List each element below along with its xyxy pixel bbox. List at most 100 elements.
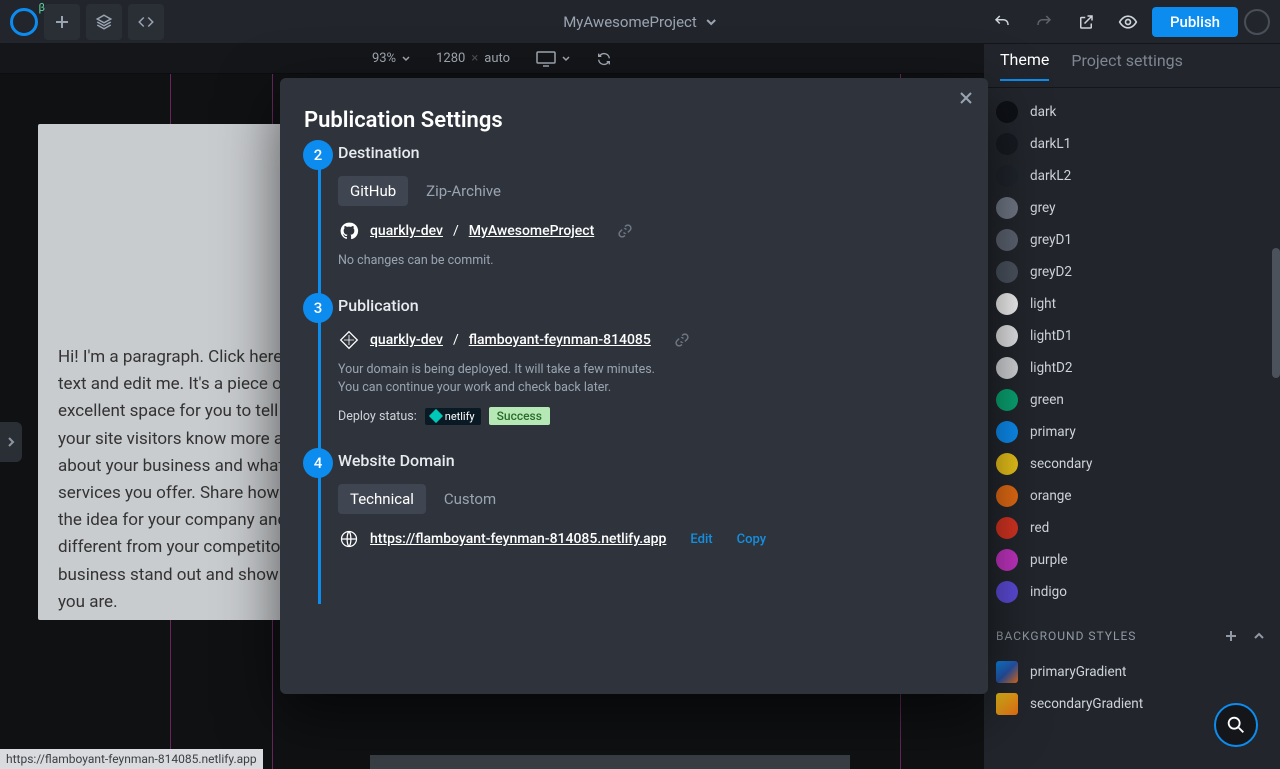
plus-icon: [1224, 629, 1238, 643]
app-logo[interactable]: [10, 8, 38, 36]
color-swatch-row[interactable]: greyD1: [996, 224, 1276, 256]
publish-button[interactable]: Publish: [1152, 7, 1238, 37]
step-number: 4: [303, 448, 333, 478]
color-swatch: [996, 101, 1018, 123]
tab-custom-domain[interactable]: Custom: [432, 484, 508, 514]
expand-left-panel[interactable]: [0, 422, 22, 462]
redo-button[interactable]: [1026, 4, 1062, 40]
gradient-swatch-row[interactable]: primaryGradient: [996, 656, 1276, 688]
layers-button[interactable]: [86, 4, 122, 40]
color-label: dark: [1030, 104, 1056, 120]
undo-button[interactable]: [984, 4, 1020, 40]
netlify-site-link: quarkly-dev / flamboyant-feynman-814085: [338, 329, 966, 351]
color-label: darkL2: [1030, 168, 1071, 184]
step-publication: 3 Publication quarkly-dev / flamboyant-f…: [338, 296, 966, 451]
color-swatch-row[interactable]: darkL1: [996, 128, 1276, 160]
collapse-bg-styles[interactable]: [1252, 629, 1266, 643]
deploy-status-row: Deploy status: netlify Success: [338, 407, 966, 425]
copy-domain-button[interactable]: Copy: [737, 532, 766, 547]
chevron-down-icon: [705, 16, 717, 28]
color-swatch-row[interactable]: darkL2: [996, 160, 1276, 192]
color-swatch-row[interactable]: primary: [996, 416, 1276, 448]
color-swatch-row[interactable]: indigo: [996, 576, 1276, 608]
monitor-icon: [536, 51, 556, 67]
path-separator: /: [453, 223, 459, 239]
user-avatar[interactable]: [1244, 9, 1270, 35]
preview-button[interactable]: [1110, 4, 1146, 40]
tab-zip-archive[interactable]: Zip-Archive: [414, 176, 513, 206]
modal-title: Publication Settings: [280, 78, 988, 143]
color-swatch: [996, 389, 1018, 411]
refresh-button[interactable]: [596, 51, 612, 67]
netlify-site[interactable]: flamboyant-feynman-814085: [469, 332, 651, 348]
canvas-width: 1280: [436, 51, 465, 66]
add-button[interactable]: [44, 4, 80, 40]
color-swatch-row[interactable]: lightD1: [996, 320, 1276, 352]
color-swatch-row[interactable]: red: [996, 512, 1276, 544]
color-swatch-row[interactable]: greyD2: [996, 256, 1276, 288]
color-label: lightD1: [1030, 328, 1072, 344]
color-swatch: [996, 581, 1018, 603]
tab-github[interactable]: GitHub: [338, 176, 408, 206]
tab-project-settings[interactable]: Project settings: [1071, 51, 1183, 80]
github-repo-link: quarkly-dev / MyAwesomeProject: [338, 220, 966, 242]
tab-theme[interactable]: Theme: [1000, 50, 1049, 81]
domain-url[interactable]: https://flamboyant-feynman-814085.netlif…: [370, 531, 666, 547]
color-swatch-row[interactable]: secondary: [996, 448, 1276, 480]
color-swatch: [996, 229, 1018, 251]
color-swatch-row[interactable]: light: [996, 288, 1276, 320]
color-swatch-row[interactable]: grey: [996, 192, 1276, 224]
gradient-label: secondaryGradient: [1030, 696, 1143, 712]
gradient-swatch: [996, 661, 1018, 683]
netlify-owner[interactable]: quarkly-dev: [370, 332, 443, 348]
add-bg-style[interactable]: [1224, 629, 1238, 643]
chevron-up-icon: [1252, 629, 1266, 643]
color-label: green: [1030, 392, 1064, 408]
github-repo[interactable]: MyAwesomeProject: [469, 223, 595, 239]
sidebar-tabs: Theme Project settings: [984, 44, 1280, 88]
sidebar-content[interactable]: dark darkL1 darkL2 grey greyD1greyD2light lig…: [984, 88, 1280, 769]
project-title-dropdown[interactable]: MyAwesomeProject: [563, 13, 717, 31]
search-icon: [1225, 714, 1247, 736]
background-styles-header: BACKGROUND STYLES: [996, 616, 1276, 656]
caret-down-icon: [402, 55, 410, 63]
color-swatch: [996, 453, 1018, 475]
canvas-size[interactable]: 1280 × auto: [436, 51, 510, 66]
color-label: darkL1: [1030, 136, 1071, 152]
code-button[interactable]: [128, 4, 164, 40]
gradient-swatch: [996, 693, 1018, 715]
color-label: orange: [1030, 488, 1072, 504]
step-title: Publication: [338, 296, 966, 315]
color-swatch-row[interactable]: green: [996, 384, 1276, 416]
github-owner[interactable]: quarkly-dev: [370, 223, 443, 239]
color-swatch: [996, 197, 1018, 219]
help-button[interactable]: [1214, 703, 1258, 747]
detach-site-button[interactable]: [673, 331, 691, 349]
color-label: indigo: [1030, 584, 1067, 600]
zoom-control[interactable]: 93%: [372, 51, 410, 66]
detach-repo-button[interactable]: [616, 222, 634, 240]
color-label: red: [1030, 520, 1049, 536]
color-swatch-row[interactable]: purple: [996, 544, 1276, 576]
destination-tabs: GitHub Zip-Archive: [338, 176, 966, 206]
step-title: Website Domain: [338, 451, 966, 470]
color-label: grey: [1030, 200, 1056, 216]
color-swatch: [996, 293, 1018, 315]
chevron-right-icon: [6, 436, 16, 448]
color-swatch-row[interactable]: dark: [996, 96, 1276, 128]
close-button[interactable]: [958, 90, 974, 106]
tab-technical-domain[interactable]: Technical: [338, 484, 426, 514]
color-swatch-row[interactable]: lightD2: [996, 352, 1276, 384]
edit-domain-button[interactable]: Edit: [690, 532, 712, 547]
external-link-icon: [1077, 13, 1095, 31]
zoom-value: 93%: [372, 51, 396, 66]
netlify-badge: netlify: [425, 408, 481, 425]
code-icon: [137, 13, 155, 31]
deploy-status-badge: Success: [489, 407, 550, 425]
canvas-height: auto: [484, 51, 510, 66]
open-external-button[interactable]: [1068, 4, 1104, 40]
unlink-icon: [616, 222, 634, 240]
device-selector[interactable]: [536, 51, 570, 67]
scrollbar-thumb[interactable]: [1272, 248, 1280, 378]
color-swatch-row[interactable]: orange: [996, 480, 1276, 512]
